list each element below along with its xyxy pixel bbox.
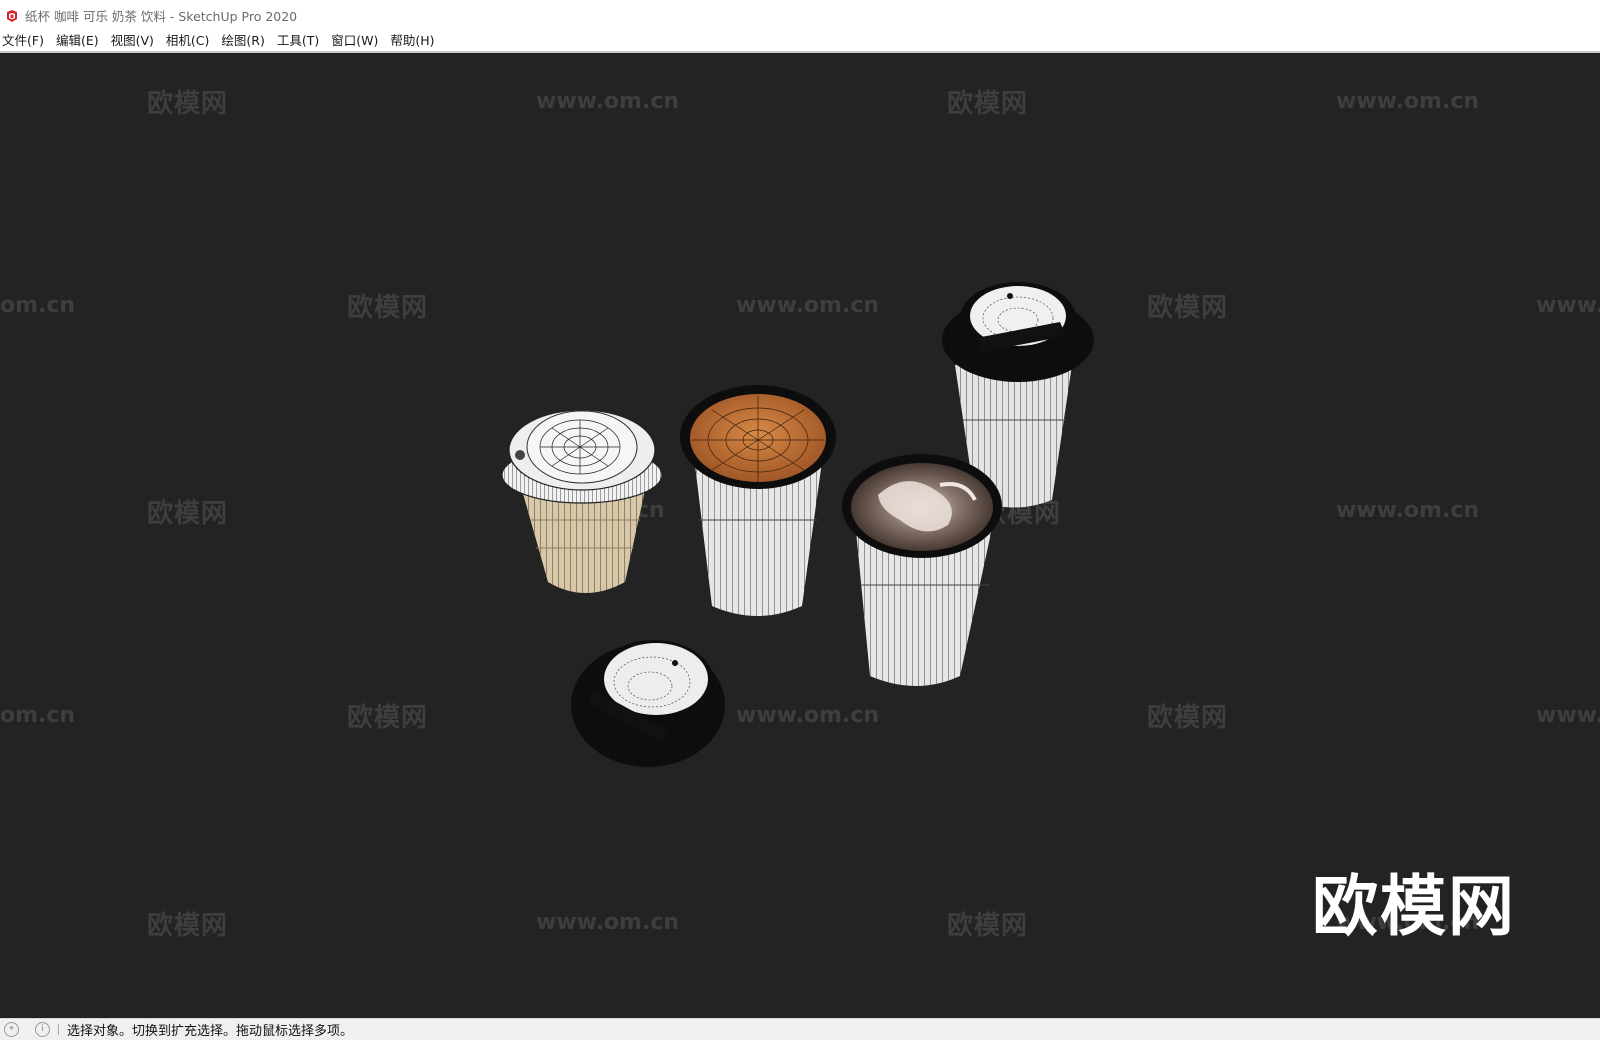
menu-edit[interactable]: 编辑(E) bbox=[51, 31, 106, 51]
menu-bar: 文件(F) 编辑(E) 视图(V) 相机(C) 绘图(R) 工具(T) 窗口(W… bbox=[0, 31, 1600, 53]
kraft-cup-with-lid[interactable] bbox=[501, 409, 663, 593]
menu-camera[interactable]: 相机(C) bbox=[161, 31, 216, 51]
coffee-cup-black-coffee[interactable] bbox=[680, 385, 836, 616]
status-text: 选择对象。切换到扩充选择。拖动鼠标选择多项。 bbox=[67, 1024, 354, 1039]
status-divider bbox=[58, 1024, 59, 1035]
menu-view[interactable]: 视图(V) bbox=[106, 31, 161, 51]
menu-draw[interactable]: 绘图(R) bbox=[216, 31, 271, 51]
window-title: 纸杯 咖啡 可乐 奶茶 饮料 - SketchUp Pro 2020 bbox=[25, 9, 298, 24]
menu-file[interactable]: 文件(F) bbox=[0, 31, 51, 51]
brand-logo-watermark: 欧模网 bbox=[1312, 868, 1516, 945]
menu-help[interactable]: 帮助(H) bbox=[385, 31, 441, 51]
coffee-cup-latte[interactable] bbox=[842, 454, 1002, 686]
title-bar: 纸杯 咖啡 可乐 奶茶 饮料 - SketchUp Pro 2020 bbox=[0, 0, 1600, 32]
model-viewport[interactable]: 欧模网 www.om.cn 欧模网 www.om.cn om.cn 欧模网 ww… bbox=[0, 53, 1600, 1018]
status-bar: ⌖ i 选择对象。切换到扩充选择。拖动鼠标选择多项。 bbox=[0, 1018, 1600, 1040]
menu-tools[interactable]: 工具(T) bbox=[272, 31, 326, 51]
info-icon[interactable]: i bbox=[35, 1022, 50, 1037]
loose-black-lid[interactable] bbox=[571, 640, 725, 767]
location-icon[interactable]: ⌖ bbox=[4, 1022, 19, 1037]
sketchup-logo-icon bbox=[7, 9, 17, 22]
menu-window[interactable]: 窗口(W) bbox=[326, 31, 385, 51]
